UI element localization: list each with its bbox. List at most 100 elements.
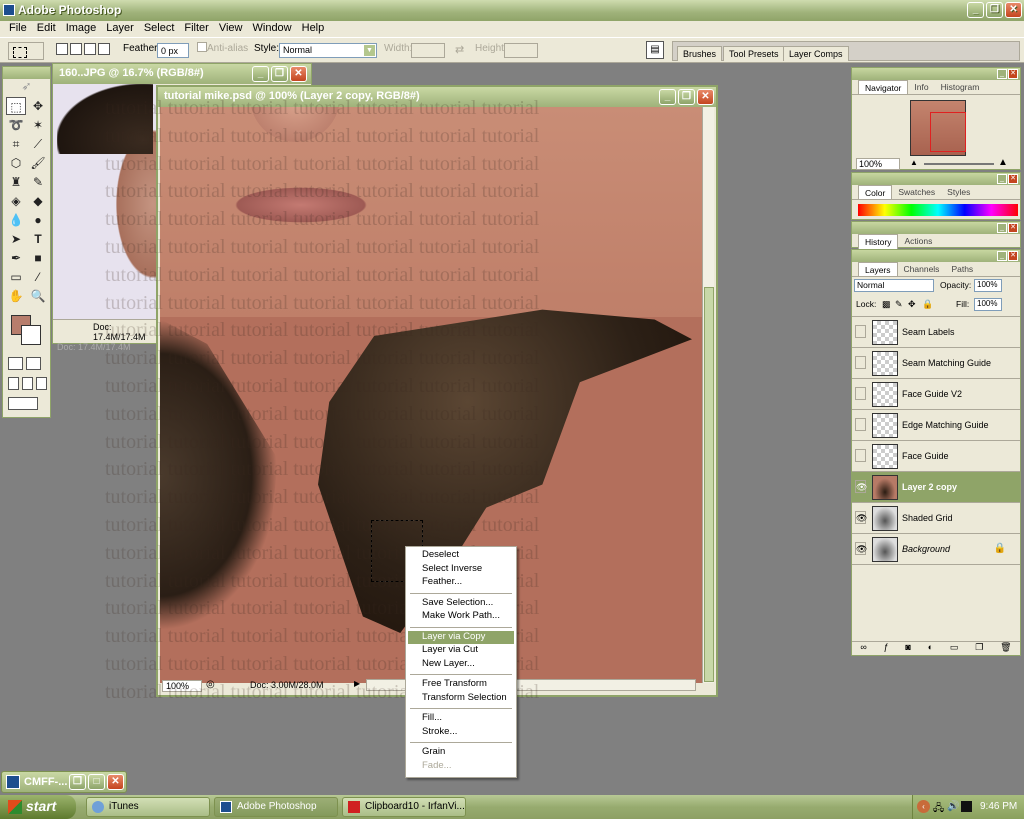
feather-input[interactable]	[157, 43, 189, 58]
style-select[interactable]: Normal ▼	[279, 43, 377, 58]
tab-info[interactable]: Info	[908, 80, 934, 94]
tool-presets-tab[interactable]: Tool Presets	[723, 46, 785, 61]
context-menu-item[interactable]: Layer via Cut	[406, 644, 516, 658]
maximize-button[interactable]: ❐	[986, 2, 1003, 18]
navigator-panel-header[interactable]: _ ✕	[852, 68, 1020, 80]
color-spectrum[interactable]	[858, 204, 1018, 216]
new-group-icon[interactable]: ▭	[950, 642, 959, 655]
min-win-close-button[interactable]: ✕	[107, 774, 124, 790]
menu-filter[interactable]: Filter	[179, 21, 213, 37]
zoom-in-icon[interactable]: ▲	[998, 157, 1008, 168]
layer-row[interactable]: 👁 Shaded Grid	[852, 503, 1020, 534]
minimize-button[interactable]: _	[967, 2, 984, 18]
layer-visibility-icon[interactable]	[855, 387, 866, 400]
file-browser-icon[interactable]: ▤	[646, 41, 664, 59]
context-menu-item[interactable]: New Layer...	[406, 658, 516, 672]
minimized-window-cmff[interactable]: CMFF-... ❐ □ ✕	[1, 771, 127, 793]
zoom-tool-icon[interactable]: 🔍	[28, 287, 48, 305]
tab-navigator[interactable]: Navigator	[858, 80, 909, 94]
swap-icon[interactable]: ⇄	[455, 43, 464, 56]
anti-alias-checkbox[interactable]	[197, 42, 207, 52]
hand-tool-icon[interactable]: ✋	[6, 287, 26, 305]
context-menu-item[interactable]: Select Inverse	[406, 563, 516, 577]
layers-minimize-button[interactable]: _	[997, 251, 1007, 261]
doc2-minimize-button[interactable]: _	[659, 89, 676, 105]
layer-visibility-icon[interactable]	[855, 325, 866, 338]
menu-layer[interactable]: Layer	[101, 21, 139, 37]
context-menu-item[interactable]: Save Selection...	[406, 597, 516, 611]
taskbar-item-irfanview[interactable]: Clipboard10 - IrfanVi...	[342, 797, 466, 817]
standard-mode-icon[interactable]	[8, 357, 23, 370]
eyedropper-icon[interactable]: ⁄	[28, 268, 48, 286]
tab-layers[interactable]: Layers	[858, 262, 898, 276]
menu-select[interactable]: Select	[139, 21, 180, 37]
layer-style-icon[interactable]: ƒ	[884, 642, 889, 655]
history-close-button[interactable]: ✕	[1008, 223, 1018, 233]
history-brush-icon[interactable]: ✎	[28, 173, 48, 191]
layer-row[interactable]: Edge Matching Guide	[852, 410, 1020, 441]
menu-file[interactable]: File	[4, 21, 32, 37]
taskbar-item-itunes[interactable]: iTunes	[86, 797, 210, 817]
clone-stamp-icon[interactable]: ♜	[6, 173, 26, 191]
screen-mode-standard-icon[interactable]	[8, 377, 19, 390]
lasso-tool-icon[interactable]: ➰	[6, 116, 26, 134]
doc2-preview-icon[interactable]: ◎	[206, 679, 215, 690]
context-menu-item[interactable]: Fill...	[406, 712, 516, 726]
menu-edit[interactable]: Edit	[32, 21, 61, 37]
volume-icon[interactable]: 🔊	[947, 801, 959, 812]
layer-visibility-icon[interactable]: 👁	[855, 511, 867, 524]
slice-tool-icon[interactable]: ⟋	[28, 135, 48, 153]
move-tool-icon[interactable]: ✥	[28, 97, 48, 115]
context-menu-item[interactable]: Make Work Path...	[406, 610, 516, 624]
network-icon[interactable]: 🖧	[933, 801, 944, 818]
tab-history[interactable]: History	[858, 234, 899, 249]
jump-to-imageready-icon[interactable]	[8, 397, 38, 410]
link-layers-icon[interactable]: ∞	[860, 642, 866, 655]
adjustment-layer-icon[interactable]: ◐	[928, 642, 933, 655]
tab-paths[interactable]: Paths	[945, 262, 979, 276]
doc1-minimize-button[interactable]: _	[252, 66, 269, 82]
doc2-status-menu-icon[interactable]: ▶	[354, 679, 360, 688]
tab-actions[interactable]: Actions	[898, 234, 938, 249]
layer-visibility-icon[interactable]: 👁	[855, 480, 867, 493]
height-input[interactable]	[504, 43, 538, 58]
menu-help[interactable]: Help	[297, 21, 330, 37]
brush-tool-icon[interactable]: 🖌	[28, 154, 48, 172]
taskbar-item-photoshop[interactable]: Adobe Photoshop	[214, 797, 338, 817]
layers-close-button[interactable]: ✕	[1008, 251, 1018, 261]
navigator-zoom-field[interactable]: 100%	[856, 158, 900, 170]
navigator-minimize-button[interactable]: _	[997, 69, 1007, 79]
tool-preset-picker[interactable]	[8, 42, 44, 60]
layer-row[interactable]: Face Guide	[852, 441, 1020, 472]
close-button[interactable]: ✕	[1005, 2, 1022, 18]
blend-mode-select[interactable]: Normal	[854, 279, 934, 292]
healing-brush-icon[interactable]: ⬡	[6, 154, 26, 172]
layer-row[interactable]: 👁 Background 🔒	[852, 534, 1020, 565]
blur-tool-icon[interactable]: 💧	[6, 211, 26, 229]
doc1-close-button[interactable]: ✕	[290, 66, 307, 82]
context-menu-item[interactable]: Deselect	[406, 549, 516, 563]
new-selection-icon[interactable]	[56, 43, 68, 55]
history-minimize-button[interactable]: _	[997, 223, 1007, 233]
screen-mode-full-menu-icon[interactable]	[22, 377, 33, 390]
magic-wand-icon[interactable]: ✶	[28, 116, 48, 134]
tray-app-icon[interactable]	[961, 801, 972, 812]
context-menu-item[interactable]: Stroke...	[406, 726, 516, 740]
crop-tool-icon[interactable]: ⌗	[6, 135, 26, 153]
doc2-scroll-thumb[interactable]	[704, 287, 714, 682]
marquee-tool-icon[interactable]: ⬚	[6, 97, 26, 115]
pen-tool-icon[interactable]: ✒	[6, 249, 26, 267]
lock-position-icon[interactable]: ✥	[908, 299, 916, 310]
background-color-swatch[interactable]	[21, 325, 41, 345]
paint-bucket-icon[interactable]: ◆	[28, 192, 48, 210]
color-close-button[interactable]: ✕	[1008, 174, 1018, 184]
min-win-restore-button[interactable]: ❐	[69, 774, 86, 790]
brushes-tab[interactable]: Brushes	[677, 46, 723, 61]
new-layer-icon[interactable]: ❐	[975, 642, 983, 655]
layer-visibility-icon[interactable]	[855, 356, 866, 369]
toolbox-header[interactable]	[3, 67, 50, 79]
path-select-icon[interactable]: ➤	[6, 230, 26, 248]
context-menu-item[interactable]: Layer via Copy	[408, 630, 514, 644]
start-button[interactable]: start	[0, 795, 76, 819]
eraser-tool-icon[interactable]: ◈	[6, 192, 26, 210]
